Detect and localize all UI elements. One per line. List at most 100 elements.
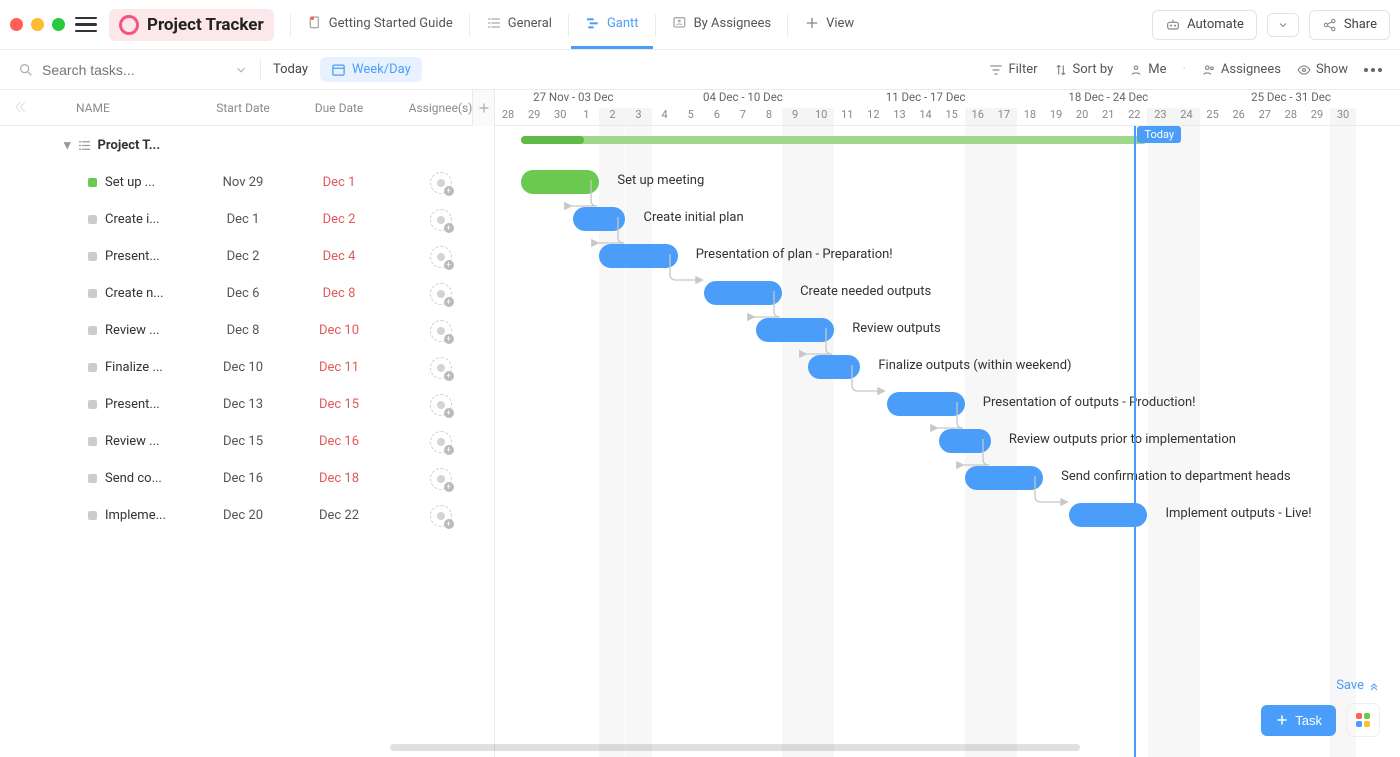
start-date-cell[interactable]: Nov 29	[195, 175, 291, 190]
assignee-cell[interactable]	[387, 505, 494, 527]
due-date-cell[interactable]: Dec 22	[291, 508, 387, 523]
save-link[interactable]: Save	[1336, 678, 1380, 693]
apps-button[interactable]	[1346, 703, 1380, 737]
add-assignee-icon[interactable]	[430, 468, 452, 490]
assignee-cell[interactable]	[387, 283, 494, 305]
minimize-window-icon[interactable]	[31, 18, 44, 31]
table-row[interactable]: Finalize ... Dec 10 Dec 11	[0, 349, 494, 386]
due-date-cell[interactable]: Dec 4	[291, 249, 387, 264]
table-row[interactable]: Present... Dec 13 Dec 15	[0, 386, 494, 423]
sortby-button[interactable]: Sort by	[1054, 62, 1114, 77]
table-row[interactable]: Present... Dec 2 Dec 4	[0, 238, 494, 275]
more-icon[interactable]	[1364, 68, 1382, 72]
due-date-cell[interactable]: Dec 11	[291, 360, 387, 375]
due-date-cell[interactable]: Dec 8	[291, 286, 387, 301]
today-button[interactable]: Today	[273, 62, 308, 77]
add-assignee-icon[interactable]	[430, 357, 452, 379]
due-date-cell[interactable]: Dec 1	[291, 175, 387, 190]
tab-by-assignees[interactable]: By Assignees	[658, 0, 786, 49]
add-assignee-icon[interactable]	[430, 431, 452, 453]
due-date-cell[interactable]: Dec 10	[291, 323, 387, 338]
me-button[interactable]: Me	[1129, 62, 1166, 77]
start-date-cell[interactable]: Dec 1	[195, 212, 291, 227]
chevron-down-icon[interactable]: ▾	[64, 138, 71, 153]
status-bullet-icon[interactable]	[88, 215, 97, 224]
assignee-cell[interactable]	[387, 394, 494, 416]
table-row[interactable]: Review ... Dec 15 Dec 16	[0, 423, 494, 460]
assignees-button[interactable]: Assignees	[1202, 62, 1281, 77]
new-task-button[interactable]: Task	[1261, 705, 1336, 736]
dependency-arrow-icon	[1035, 466, 1089, 526]
table-row[interactable]: Impleme... Dec 20 Dec 22	[0, 497, 494, 534]
assignee-cell[interactable]	[387, 320, 494, 342]
project-chip[interactable]: Project Tracker	[109, 9, 274, 41]
assignee-cell[interactable]	[387, 172, 494, 194]
show-button[interactable]: Show	[1297, 62, 1348, 77]
add-view-button[interactable]: View	[790, 0, 868, 49]
table-row[interactable]: Create n... Dec 6 Dec 8	[0, 275, 494, 312]
status-bullet-icon[interactable]	[88, 363, 97, 372]
assignee-cell[interactable]	[387, 357, 494, 379]
menu-icon[interactable]	[75, 17, 97, 33]
add-assignee-icon[interactable]	[430, 246, 452, 268]
summary-bar[interactable]	[521, 136, 1147, 144]
search-input[interactable]	[42, 62, 182, 78]
status-bullet-icon[interactable]	[88, 289, 97, 298]
gantt-bar[interactable]: Set up meeting	[521, 170, 599, 194]
status-bullet-icon[interactable]	[88, 252, 97, 261]
status-bullet-icon[interactable]	[88, 178, 97, 187]
start-date-cell[interactable]: Dec 10	[195, 360, 291, 375]
day-header-cell: 18	[1017, 108, 1043, 125]
share-button[interactable]: Share	[1309, 10, 1390, 40]
status-bullet-icon[interactable]	[88, 511, 97, 520]
start-date-cell[interactable]: Dec 6	[195, 286, 291, 301]
assignee-cell[interactable]	[387, 468, 494, 490]
start-date-cell[interactable]: Dec 15	[195, 434, 291, 449]
add-column-button[interactable]	[472, 90, 494, 126]
start-date-cell[interactable]: Dec 16	[195, 471, 291, 486]
plus-icon	[804, 15, 820, 31]
assignee-cell[interactable]	[387, 246, 494, 268]
tab-general[interactable]: General	[472, 0, 566, 49]
start-date-cell[interactable]: Dec 8	[195, 323, 291, 338]
due-date-cell[interactable]: Dec 2	[291, 212, 387, 227]
col-duedate[interactable]: Due Date	[291, 101, 387, 115]
tab-getting-started[interactable]: Getting Started Guide	[293, 0, 467, 49]
automate-dropdown[interactable]	[1267, 13, 1299, 37]
collapse-panel-icon[interactable]	[10, 98, 28, 116]
col-name[interactable]: NAME	[0, 101, 195, 115]
add-assignee-icon[interactable]	[430, 172, 452, 194]
assignee-cell[interactable]	[387, 209, 494, 231]
close-window-icon[interactable]	[10, 18, 23, 31]
day-header-cell: 28	[1278, 108, 1304, 125]
add-assignee-icon[interactable]	[430, 209, 452, 231]
horizontal-scrollbar[interactable]	[390, 744, 1080, 751]
maximize-window-icon[interactable]	[52, 18, 65, 31]
due-date-cell[interactable]: Dec 15	[291, 397, 387, 412]
chevron-down-icon[interactable]	[234, 63, 248, 77]
timescale-weekday[interactable]: Week/Day	[320, 57, 422, 82]
start-date-cell[interactable]: Dec 13	[195, 397, 291, 412]
add-assignee-icon[interactable]	[430, 283, 452, 305]
group-header[interactable]: ▾ Project T...	[0, 126, 494, 164]
col-startdate[interactable]: Start Date	[195, 101, 291, 115]
automate-button[interactable]: Automate	[1152, 10, 1257, 40]
table-row[interactable]: Review ... Dec 8 Dec 10	[0, 312, 494, 349]
tab-gantt[interactable]: Gantt	[571, 0, 653, 49]
start-date-cell[interactable]: Dec 2	[195, 249, 291, 264]
due-date-cell[interactable]: Dec 18	[291, 471, 387, 486]
table-row[interactable]: Set up ... Nov 29 Dec 1	[0, 164, 494, 201]
add-assignee-icon[interactable]	[430, 505, 452, 527]
start-date-cell[interactable]: Dec 20	[195, 508, 291, 523]
add-assignee-icon[interactable]	[430, 394, 452, 416]
filter-button[interactable]: Filter	[989, 62, 1037, 77]
table-row[interactable]: Create i... Dec 1 Dec 2	[0, 201, 494, 238]
add-assignee-icon[interactable]	[430, 320, 452, 342]
status-bullet-icon[interactable]	[88, 474, 97, 483]
status-bullet-icon[interactable]	[88, 326, 97, 335]
table-row[interactable]: Send co... Dec 16 Dec 18	[0, 460, 494, 497]
status-bullet-icon[interactable]	[88, 400, 97, 409]
due-date-cell[interactable]: Dec 16	[291, 434, 387, 449]
status-bullet-icon[interactable]	[88, 437, 97, 446]
assignee-cell[interactable]	[387, 431, 494, 453]
